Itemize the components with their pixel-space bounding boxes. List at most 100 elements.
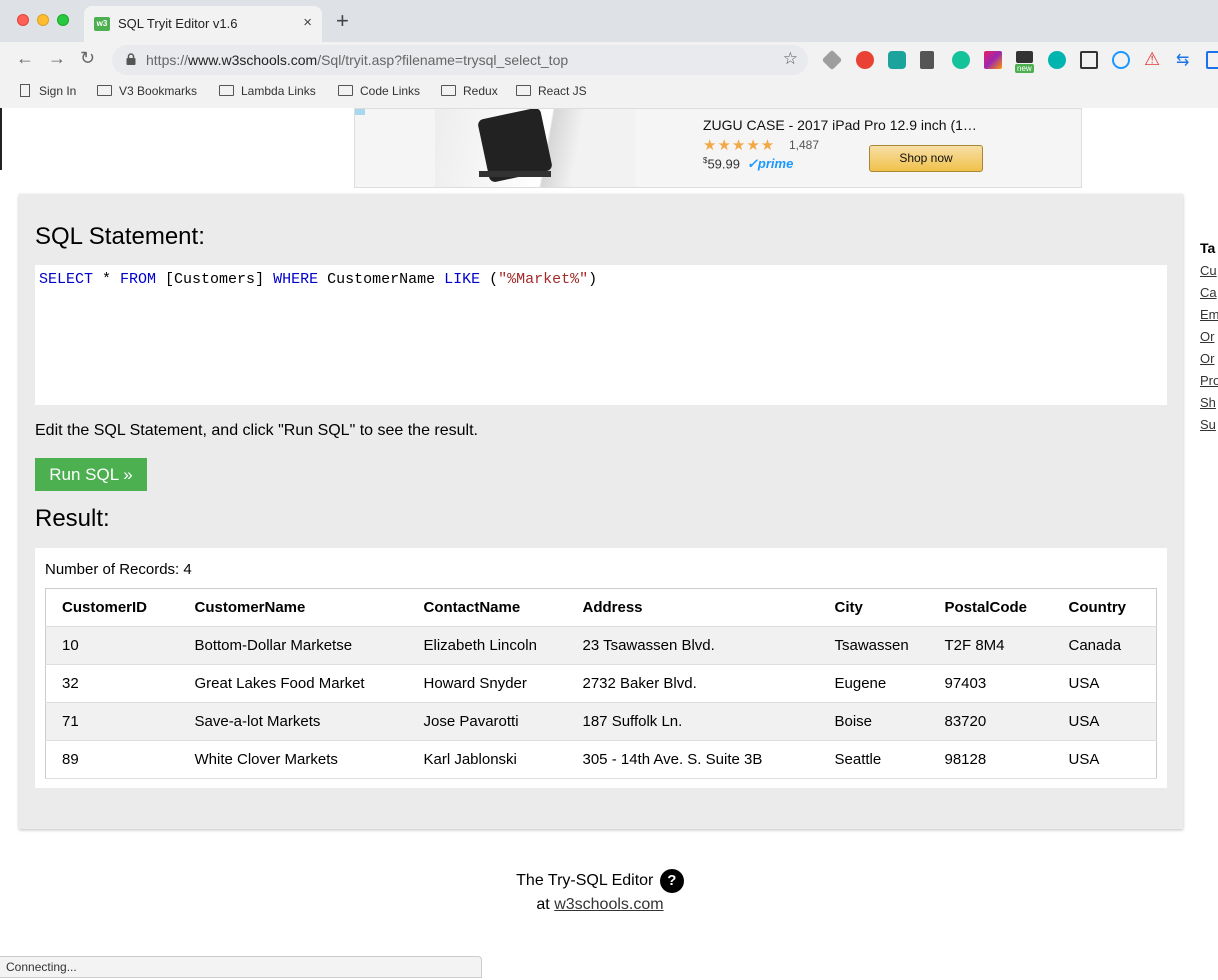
browser-tab[interactable]: w3 SQL Tryit Editor v1.6 × (84, 6, 322, 42)
sidebar-title: Ta (1200, 240, 1216, 256)
maximize-window-button[interactable] (57, 14, 69, 26)
table-row: 71 Save-a-lot Markets Jose Pavarotti 187… (45, 702, 1157, 741)
table-header-row: CustomerID CustomerName ContactName Addr… (45, 588, 1157, 627)
ad-banner[interactable]: ZUGU CASE - 2017 iPad Pro 12.9 inch (1… … (354, 108, 1082, 188)
tab-title: SQL Tryit Editor v1.6 (118, 16, 238, 31)
bookmark-v3-bookmarks[interactable]: V3 Bookmarks (97, 84, 197, 98)
table-cell: Seattle (818, 740, 929, 779)
bookmark-redux[interactable]: Redux (441, 84, 498, 98)
bookmark-lambda-links[interactable]: Lambda Links (219, 84, 316, 98)
at-extension-icon[interactable] (1112, 51, 1130, 69)
footer-title: The Try-SQL Editor ? (0, 869, 1200, 893)
instruction-text: Edit the SQL Statement, and click "Run S… (35, 422, 478, 439)
table-cell: Karl Jablonski (407, 740, 567, 779)
url-path: /Sql/tryit.asp?filename=trysql_select_to… (317, 52, 569, 68)
result-heading: Result: (35, 505, 110, 532)
bookmark-code-links[interactable]: Code Links (338, 84, 420, 98)
adchoices-icon[interactable] (355, 109, 365, 115)
sidebar-link-suppliers[interactable]: Su (1200, 417, 1218, 432)
rating-stars-icon: ★★★★★ (703, 137, 776, 154)
bookmark-sign-in[interactable]: Sign In (20, 84, 76, 98)
arrows-extension-icon[interactable]: ⇆ (1176, 50, 1189, 70)
grid-extension-icon[interactable] (1206, 51, 1218, 69)
table-cell: Canada (1052, 626, 1157, 665)
run-sql-button[interactable]: Run SQL » (35, 458, 147, 491)
records-count: Number of Records: 4 (45, 561, 192, 578)
m-extension-icon[interactable] (1048, 51, 1066, 69)
column-header: City (818, 588, 929, 627)
sql-statement-heading: SQL Statement: (35, 223, 205, 250)
url-text: https://www.w3schools.com/Sql/tryit.asp?… (146, 52, 568, 68)
table-cell: 89 (45, 740, 179, 779)
drive-extension-icon[interactable] (821, 49, 843, 71)
url-prefix: https:// (146, 52, 189, 68)
sidebar-link-customers[interactable]: Cu (1200, 263, 1218, 278)
ad-title[interactable]: ZUGU CASE - 2017 iPad Pro 12.9 inch (1… (703, 117, 977, 133)
audio-extension-icon[interactable] (920, 51, 934, 69)
lock-icon (126, 53, 136, 65)
window-edge (0, 108, 2, 170)
table-cell: 32 (45, 664, 179, 703)
close-tab-icon[interactable]: × (303, 14, 312, 31)
shop-now-button[interactable]: Shop now (869, 145, 983, 172)
warning-extension-icon[interactable]: ⚠ (1144, 49, 1160, 70)
sidebar-link-products[interactable]: Pro (1200, 373, 1218, 388)
table-cell: 71 (45, 702, 179, 741)
table-cell: 187 Suffolk Ln. (566, 702, 819, 741)
back-icon[interactable]: ← (16, 48, 34, 69)
forward-icon[interactable]: → (48, 48, 66, 69)
folder-icon (97, 85, 112, 96)
browser-chrome: w3 SQL Tryit Editor v1.6 × + ← → ↻ https… (0, 0, 1218, 108)
sidebar-link-categories[interactable]: Ca (1200, 285, 1218, 300)
help-icon[interactable]: ? (659, 869, 684, 893)
page-icon (20, 84, 30, 97)
frame-extension-icon[interactable] (1080, 51, 1098, 69)
w3schools-favicon-icon: w3 (94, 17, 110, 31)
column-header: PostalCode (928, 588, 1053, 627)
bookmark-react-js[interactable]: React JS (516, 84, 587, 98)
table-cell: White Clover Markets (178, 740, 408, 779)
url-host: www.w3schools.com (188, 52, 318, 68)
folder-icon (516, 85, 531, 96)
table-cell: 10 (45, 626, 179, 665)
sidebar-link-employees[interactable]: Em (1200, 307, 1218, 322)
footer-credit: at w3schools.com (536, 896, 664, 913)
color-extension-icon[interactable] (984, 51, 1002, 69)
new-badge: new (1015, 64, 1034, 73)
bookmark-star-icon[interactable]: ☆ (783, 49, 798, 69)
table-cell: Great Lakes Food Market (178, 664, 408, 703)
task-extension-icon[interactable] (888, 51, 906, 69)
sql-editor[interactable]: SELECT * FROM [Customers] WHERE Customer… (35, 265, 1167, 405)
status-bar: Connecting... (0, 956, 482, 978)
address-bar[interactable]: https://www.w3schools.com/Sql/tryit.asp?… (112, 45, 808, 75)
browser-toolbar: ← → ↻ https://www.w3schools.com/Sql/tryi… (0, 42, 1218, 78)
grammarly-extension-icon[interactable] (952, 51, 970, 69)
sidebar-link-orders[interactable]: Or (1200, 351, 1218, 366)
tab-strip: w3 SQL Tryit Editor v1.6 × + (0, 0, 1218, 42)
ipad-stand-image (479, 171, 551, 177)
close-window-button[interactable] (17, 14, 29, 26)
result-table: CustomerID CustomerName ContactName Addr… (45, 588, 1157, 779)
table-row: 10 Bottom-Dollar Marketse Elizabeth Linc… (45, 626, 1157, 665)
editor-panel: SQL Statement: SELECT * FROM [Customers]… (19, 194, 1183, 829)
table-cell: USA (1052, 740, 1157, 779)
tables-sidebar: Ta Cu Ca Em Or Or Pro Sh Su (1200, 240, 1218, 432)
table-cell: USA (1052, 702, 1157, 741)
column-header: Address (566, 588, 819, 627)
sidebar-link-shippers[interactable]: Sh (1200, 395, 1218, 410)
column-header: Country (1052, 588, 1157, 627)
table-cell: 83720 (928, 702, 1053, 741)
screenshot-extension-icon[interactable] (1016, 51, 1033, 63)
new-tab-button[interactable]: + (336, 10, 349, 32)
minimize-window-button[interactable] (37, 14, 49, 26)
table-cell: 2732 Baker Blvd. (566, 664, 819, 703)
gmail-extension-icon[interactable] (856, 51, 874, 69)
reload-icon[interactable]: ↻ (80, 48, 95, 69)
w3schools-link[interactable]: w3schools.com (554, 896, 663, 913)
table-cell: Save-a-lot Markets (178, 702, 408, 741)
sidebar-link-orderdetails[interactable]: Or (1200, 329, 1218, 344)
table-row: 32 Great Lakes Food Market Howard Snyder… (45, 664, 1157, 703)
folder-icon (338, 85, 353, 96)
table-cell: Elizabeth Lincoln (407, 626, 567, 665)
result-box: Number of Records: 4 CustomerID Customer… (35, 548, 1167, 788)
